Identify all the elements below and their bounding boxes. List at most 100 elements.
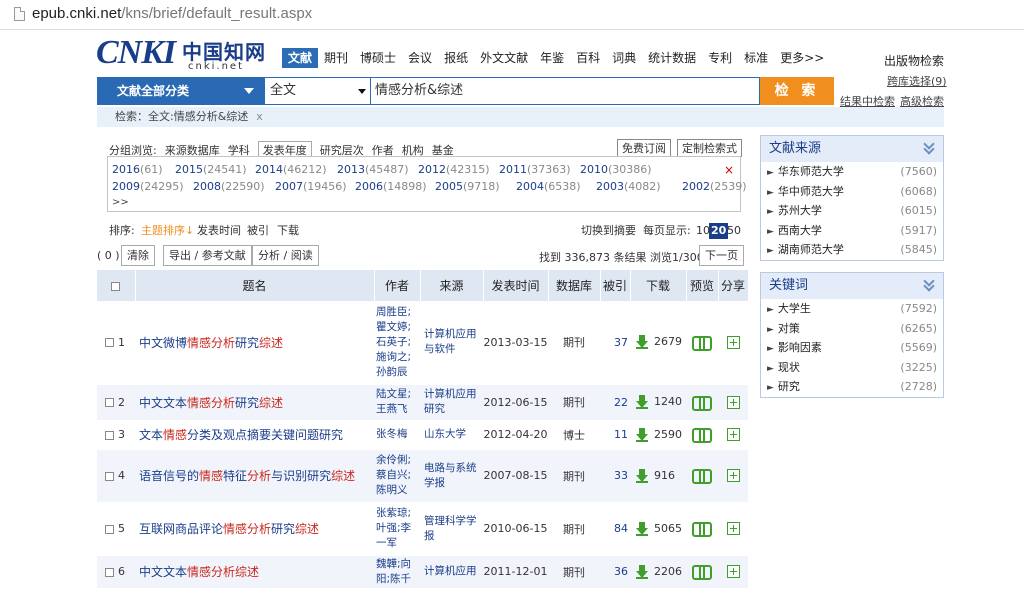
share-plus-icon[interactable] bbox=[726, 395, 740, 409]
row-checkbox[interactable] bbox=[105, 398, 114, 407]
share-cell[interactable] bbox=[718, 502, 748, 556]
year-filter-item[interactable]: 2003(4082) bbox=[596, 180, 661, 193]
analyze-button[interactable]: 分析 / 阅读 bbox=[252, 245, 319, 266]
article-title-link[interactable]: 语音信号的情感特征分析与识别研究综述 bbox=[135, 449, 374, 503]
export-button[interactable]: 导出 / 参考文献 bbox=[163, 245, 252, 266]
row-checkbox[interactable] bbox=[105, 430, 114, 440]
preview-cell[interactable] bbox=[686, 502, 718, 556]
preview-cell[interactable] bbox=[686, 384, 718, 421]
year-filter-item[interactable]: 2008(22590) bbox=[193, 180, 265, 193]
cross-db-select-link[interactable]: 跨库选择(9) bbox=[887, 73, 947, 89]
next-page-button[interactable]: 下一页 bbox=[699, 245, 744, 266]
download-icon[interactable] bbox=[636, 468, 648, 483]
year-filter-item[interactable]: 2010(30386) bbox=[580, 163, 652, 176]
per-page-10[interactable]: 10 bbox=[696, 220, 710, 242]
download-icon[interactable] bbox=[636, 335, 648, 350]
share-cell[interactable] bbox=[718, 301, 748, 385]
row-checkbox[interactable] bbox=[105, 471, 114, 481]
download-cell[interactable]: 5065 bbox=[630, 502, 686, 556]
sort-cited[interactable]: 被引 bbox=[247, 220, 269, 242]
search-input[interactable]: 情感分析&综述 bbox=[370, 77, 760, 105]
nav-item-3[interactable]: 会议 bbox=[402, 48, 438, 68]
keyword-item[interactable]: ► 影响因素 (5569) bbox=[761, 338, 943, 358]
url-text[interactable]: epub.cnki.net/kns/brief/default_result.a… bbox=[32, 5, 312, 22]
year-filter-item[interactable]: 2011(37363) bbox=[499, 163, 571, 176]
nav-item-8[interactable]: 词典 bbox=[606, 48, 642, 68]
year-filter-item[interactable]: 2012(42315) bbox=[418, 163, 490, 176]
share-cell[interactable] bbox=[718, 420, 748, 450]
collapse-icon[interactable] bbox=[925, 142, 935, 154]
cited-count[interactable]: 11 bbox=[600, 420, 630, 450]
year-filter-item[interactable]: 2007(19456) bbox=[275, 180, 347, 193]
more-years-link[interactable]: >> bbox=[112, 197, 129, 208]
source-item[interactable]: ► 西南大学 (5917) bbox=[761, 221, 943, 241]
sort-date[interactable]: 发表时间 bbox=[197, 220, 241, 242]
share-plus-icon[interactable] bbox=[726, 336, 740, 349]
download-icon[interactable] bbox=[636, 521, 648, 536]
preview-book-icon[interactable] bbox=[692, 565, 712, 581]
article-source[interactable]: 电路与系统学报 bbox=[420, 449, 483, 503]
download-icon[interactable] bbox=[636, 395, 648, 409]
article-title-link[interactable]: 互联网商品评论情感分析研究综述 bbox=[135, 502, 374, 556]
row-select[interactable]: 5 bbox=[97, 502, 135, 556]
article-authors[interactable]: 张紫琼;叶强;李一军 bbox=[374, 502, 420, 556]
source-item[interactable]: ► 湖南师范大学 (5845) bbox=[761, 240, 943, 260]
download-icon[interactable] bbox=[636, 564, 648, 579]
source-facet-header[interactable]: 文献来源 bbox=[761, 136, 943, 162]
source-item[interactable]: ► 苏州大学 (6015) bbox=[761, 201, 943, 221]
nav-item-7[interactable]: 百科 bbox=[570, 48, 606, 68]
nav-item-1[interactable]: 期刊 bbox=[318, 48, 354, 68]
sort-topic[interactable]: 主题排序↓ bbox=[141, 220, 194, 242]
source-item[interactable]: ► 华中师范大学 (6068) bbox=[761, 182, 943, 202]
keyword-facet-header[interactable]: 关键词 bbox=[761, 273, 943, 299]
clear-button[interactable]: 清除 bbox=[121, 245, 155, 266]
article-source[interactable]: 山东大学 bbox=[420, 420, 483, 450]
share-plus-icon[interactable] bbox=[726, 565, 740, 579]
article-title-link[interactable]: 中文文本情感分析研究综述 bbox=[135, 384, 374, 421]
preview-book-icon[interactable] bbox=[692, 336, 712, 351]
cited-count[interactable]: 37 bbox=[600, 301, 630, 385]
row-select[interactable]: 2 bbox=[97, 384, 135, 421]
keyword-item[interactable]: ► 现状 (3225) bbox=[761, 358, 943, 378]
cited-count[interactable]: 22 bbox=[600, 384, 630, 421]
article-title-link[interactable]: 中文微博情感分析研究综述 bbox=[135, 301, 374, 385]
row-select[interactable]: 4 bbox=[97, 449, 135, 503]
nav-item-2[interactable]: 博硕士 bbox=[354, 48, 402, 68]
field-select[interactable]: 全文 bbox=[264, 77, 370, 105]
article-source[interactable]: 管理科学学报 bbox=[420, 502, 483, 556]
cited-count[interactable]: 36 bbox=[600, 555, 630, 589]
row-checkbox[interactable] bbox=[105, 567, 114, 577]
collapse-icon[interactable] bbox=[925, 279, 935, 291]
article-authors[interactable]: 陆文星;王燕飞 bbox=[374, 384, 420, 421]
close-icon[interactable]: x bbox=[256, 110, 263, 123]
article-authors[interactable]: 魏韡;向阳;陈千 bbox=[374, 555, 420, 589]
close-icon[interactable]: × bbox=[724, 163, 734, 177]
nav-item-5[interactable]: 外文文献 bbox=[474, 48, 534, 68]
breadcrumb-query[interactable]: 全文:情感分析&综述 bbox=[148, 110, 248, 123]
col-title[interactable]: 题名 bbox=[135, 270, 375, 301]
row-checkbox[interactable] bbox=[105, 338, 114, 348]
preview-cell[interactable] bbox=[686, 301, 718, 385]
share-cell[interactable] bbox=[718, 384, 748, 421]
year-filter-item[interactable]: 2015(24541) bbox=[175, 163, 247, 176]
preview-cell[interactable] bbox=[686, 555, 718, 589]
free-subscribe-button[interactable]: 免费订阅 bbox=[617, 139, 671, 157]
address-bar[interactable]: epub.cnki.net/kns/brief/default_result.a… bbox=[0, 0, 1024, 30]
keyword-item[interactable]: ► 对策 (6265) bbox=[761, 319, 943, 339]
download-cell[interactable]: 916 bbox=[630, 449, 686, 503]
sort-downloads[interactable]: 下载 bbox=[277, 220, 299, 242]
preview-book-icon[interactable] bbox=[692, 428, 712, 444]
download-cell[interactable]: 2206 bbox=[630, 555, 686, 589]
year-filter-item[interactable]: 2004(6538) bbox=[516, 180, 581, 193]
article-authors[interactable]: 张冬梅 bbox=[374, 420, 420, 450]
share-plus-icon[interactable] bbox=[726, 469, 740, 483]
year-filter-item[interactable]: 2009(24295) bbox=[112, 180, 184, 193]
row-select[interactable]: 1 bbox=[97, 301, 135, 385]
preview-cell[interactable] bbox=[686, 420, 718, 450]
preview-cell[interactable] bbox=[686, 449, 718, 503]
nav-item-0[interactable]: 文献 bbox=[282, 48, 319, 68]
search-button[interactable]: 检 索 bbox=[760, 77, 834, 105]
year-filter-item[interactable]: 2006(14898) bbox=[355, 180, 427, 193]
share-plus-icon[interactable] bbox=[726, 428, 740, 442]
article-source[interactable]: 计算机应用研究 bbox=[420, 384, 483, 421]
